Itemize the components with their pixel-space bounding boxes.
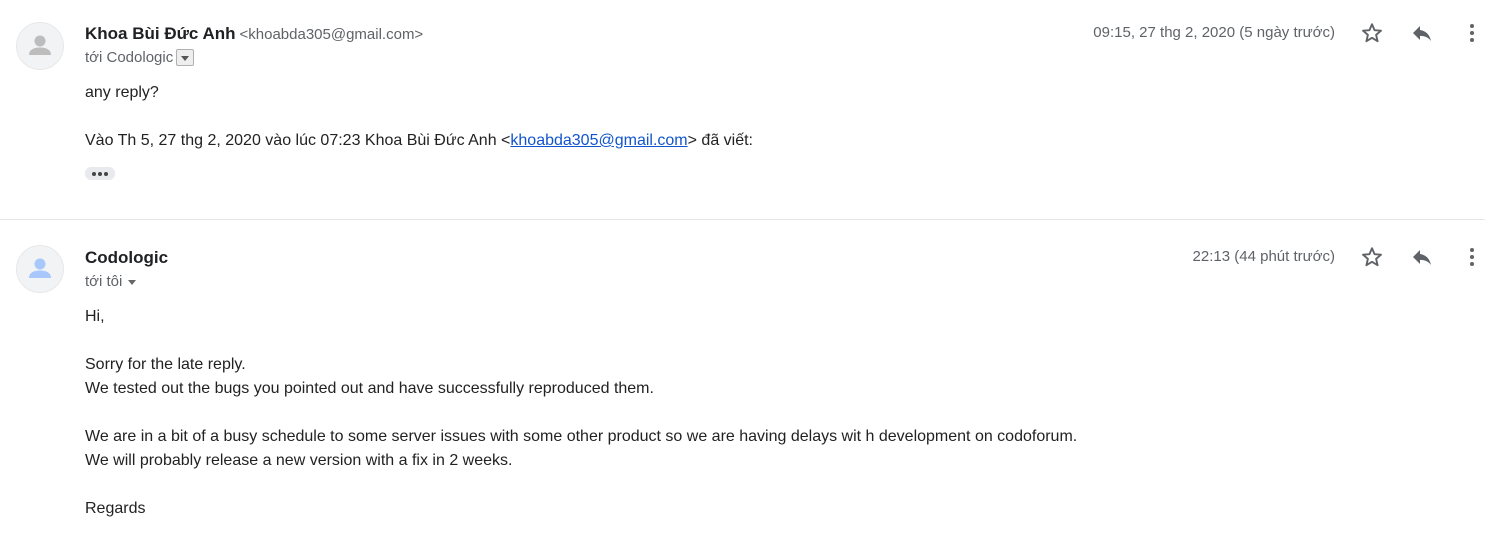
star-icon [1362,247,1382,267]
body-line [85,401,1077,425]
quote-prefix: Vào Th 5, 27 thg 2, 2020 vào lúc 07:23 K… [85,132,511,149]
message-body: Hi, Sorry for the late reply. We tested … [85,305,1077,521]
body-line: Hi, [85,308,105,325]
body-line: We are in a bit of a busy schedule to so… [85,428,1078,445]
sender-name[interactable]: Codologic [85,248,168,267]
more-vert-icon [1470,248,1474,266]
person-icon [29,35,51,55]
more-vert-icon [1470,24,1474,42]
reply-button[interactable] [1407,242,1437,272]
sender-email: <khoabda305@gmail.com> [239,26,424,43]
body-line: Regards [85,500,146,517]
show-details-button[interactable] [176,49,195,66]
sender-avatar[interactable] [16,22,64,70]
more-options-button[interactable] [1457,242,1487,272]
ellipsis-icon [92,171,96,176]
reply-icon [1413,250,1431,265]
body-line: We will probably release a new version w… [85,452,513,469]
more-options-button[interactable] [1457,18,1487,48]
body-line: any reply? [85,84,159,101]
star-icon [1362,23,1382,43]
person-icon [29,258,51,278]
show-details-button[interactable] [126,275,140,289]
recipient-label: tới Codologic [85,49,174,66]
recipient-label: tới tôi [85,273,123,290]
quote-header: Vào Th 5, 27 thg 2, 2020 vào lúc 07:23 K… [85,129,753,153]
quote-suffix: > đã viết: [687,132,753,149]
star-button[interactable] [1357,242,1387,272]
message-body: any reply? Vào Th 5, 27 thg 2, 2020 vào … [85,81,753,153]
show-trimmed-content-button[interactable] [85,167,115,180]
email-message: Codologic tới tôi 22:13 (44 phút trước) … [0,220,1503,542]
reply-icon [1413,26,1431,41]
sender-avatar[interactable] [16,245,64,293]
message-timestamp: 22:13 (44 phút trước) [1192,248,1335,265]
recipient-line: tới Codologic [85,49,195,66]
recipient-line: tới tôi [85,273,140,290]
quoted-email-link[interactable]: khoabda305@gmail.com [510,132,687,149]
reply-button[interactable] [1407,18,1437,48]
email-message: Khoa Bùi Đức Anh <khoabda305@gmail.com> t… [0,0,1503,219]
body-line: We tested out the bugs you pointed out a… [85,380,654,397]
sender-line: Codologic [85,248,168,268]
sender-name[interactable]: Khoa Bùi Đức Anh [85,24,236,43]
message-timestamp: 09:15, 27 thg 2, 2020 (5 ngày trước) [1093,24,1335,41]
body-line [85,473,1077,497]
body-line: Sorry for the late reply. [85,356,246,373]
star-button[interactable] [1357,18,1387,48]
sender-line: Khoa Bùi Đức Anh <khoabda305@gmail.com> [85,24,423,44]
body-line [85,329,1077,353]
